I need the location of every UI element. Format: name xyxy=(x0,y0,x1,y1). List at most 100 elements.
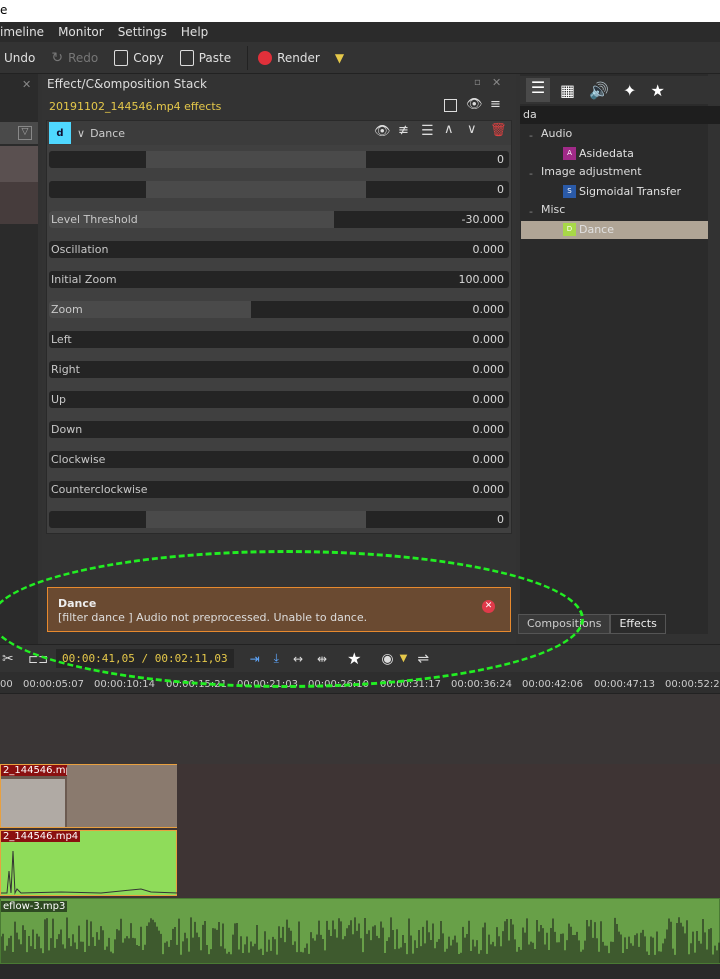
video-thumbnail xyxy=(67,765,177,827)
effect-item[interactable]: S Sigmoidal Transfer xyxy=(521,183,708,201)
video-clip[interactable]: 2_144546.mp4 xyxy=(0,764,177,828)
effect-name: Dance xyxy=(90,126,126,140)
copy-button[interactable]: Copy xyxy=(114,49,164,66)
move-up-icon[interactable]: ∧ xyxy=(444,122,454,137)
menu-monitor[interactable]: Monitor xyxy=(58,25,104,39)
effect-menu-icon[interactable]: ☰ xyxy=(421,123,434,139)
custom-effects-icon[interactable]: ✦ xyxy=(623,81,636,100)
paste-label: Paste xyxy=(198,50,232,65)
param-value[interactable]: 0.000 xyxy=(473,393,505,406)
panel-float-icon[interactable]: ▫ xyxy=(474,77,481,88)
param-slider[interactable]: Level Threshold -30.000 xyxy=(49,211,509,228)
music-track: eflow-3.mp3 xyxy=(0,898,720,964)
effect-adjust-icon[interactable]: ≢ xyxy=(398,123,409,138)
undo-button[interactable]: Undo xyxy=(4,51,35,65)
effect-group[interactable]: Image adjustment xyxy=(541,165,642,178)
favorite-effects-icon[interactable]: ★ xyxy=(650,81,664,100)
timeline-scrollbar[interactable] xyxy=(0,964,720,979)
audio-effects-icon[interactable]: 🔊 xyxy=(589,81,609,100)
redo-label: Redo xyxy=(68,50,99,65)
delete-effect-icon[interactable]: 🗑 xyxy=(490,123,507,138)
render-record-icon xyxy=(258,50,273,65)
render-dropdown-icon[interactable]: ▼ xyxy=(335,51,344,65)
param-label: Right xyxy=(51,363,80,376)
stack-compare-icon[interactable] xyxy=(444,99,457,112)
effect-badge-icon: A xyxy=(563,147,576,160)
param-slider[interactable]: 0 xyxy=(49,511,509,528)
tree-collapse-icon[interactable]: - xyxy=(529,205,533,218)
effect-item[interactable]: D Dance xyxy=(521,221,708,239)
menu-bar: imeline Monitor Settings Help xyxy=(0,22,720,42)
param-value[interactable]: -30.000 xyxy=(462,213,504,226)
param-value[interactable]: 0 xyxy=(497,153,504,166)
render-button[interactable]: Render ▼ xyxy=(258,50,344,65)
razor-icon[interactable]: ✂ xyxy=(2,651,14,667)
menu-timeline[interactable]: imeline xyxy=(0,25,44,39)
param-slider[interactable]: Right 0.000 xyxy=(49,361,509,378)
param-slider[interactable]: Up 0.000 xyxy=(49,391,509,408)
param-value[interactable]: 100.000 xyxy=(459,273,505,286)
param-value[interactable]: 0 xyxy=(497,513,504,526)
paste-button[interactable]: Paste xyxy=(179,49,232,66)
param-slider[interactable]: Counterclockwise 0.000 xyxy=(49,481,509,498)
param-slider[interactable]: Oscillation 0.000 xyxy=(49,241,509,258)
toolbar-divider xyxy=(247,45,249,70)
effects-library-toolbar: ☰ ▦ 🔊 ✦ ★ xyxy=(520,76,720,104)
param-label: Clockwise xyxy=(51,453,106,466)
list-view-icon[interactable]: ☰ xyxy=(526,78,550,102)
tab-effects[interactable]: Effects xyxy=(610,614,666,634)
ruler-tick-label: 00:00:52:2 xyxy=(665,679,720,690)
effect-item[interactable]: A Asidedata xyxy=(521,145,708,163)
left-panel-item-selected[interactable] xyxy=(0,146,38,182)
left-panel-close-icon[interactable]: ✕ xyxy=(22,78,31,91)
param-value[interactable]: 0 xyxy=(497,183,504,196)
audio-waveform xyxy=(1,850,178,895)
effect-badge-icon: D xyxy=(563,223,576,236)
param-value[interactable]: 0.000 xyxy=(473,303,505,316)
param-slider[interactable]: Zoom 0.000 xyxy=(49,301,509,318)
param-slider[interactable]: Clockwise 0.000 xyxy=(49,451,509,468)
param-slider[interactable]: 0 xyxy=(49,151,509,168)
param-value[interactable]: 0.000 xyxy=(473,333,505,346)
effects-search-input[interactable]: da xyxy=(520,106,720,124)
video-thumbnail xyxy=(1,779,65,827)
tree-collapse-icon[interactable]: - xyxy=(529,167,533,180)
video-track: 2_144546.mp4 xyxy=(0,764,720,830)
param-slider[interactable]: Initial Zoom 100.000 xyxy=(49,271,509,288)
param-value[interactable]: 0.000 xyxy=(473,243,505,256)
video-effects-icon[interactable]: ▦ xyxy=(560,81,575,100)
left-panel-item[interactable] xyxy=(0,182,38,224)
stack-settings-icon[interactable]: ≡ xyxy=(490,97,501,112)
menu-help[interactable]: Help xyxy=(181,25,208,39)
param-slider-fill xyxy=(145,181,367,198)
clip-effects-label: 20191102_144546.mp4 effects xyxy=(49,100,222,113)
param-slider[interactable]: Down 0.000 xyxy=(49,421,509,438)
music-waveform xyxy=(1,917,720,963)
param-value[interactable]: 0.000 xyxy=(473,453,505,466)
param-slider[interactable]: 0 xyxy=(49,181,509,198)
music-clip-label: eflow-3.mp3 xyxy=(1,901,68,912)
param-value[interactable]: 0.000 xyxy=(473,423,505,436)
effect-group[interactable]: Misc xyxy=(541,203,565,216)
window-title: e xyxy=(0,3,8,17)
redo-button[interactable]: ↻ Redo xyxy=(51,50,98,66)
param-value[interactable]: 0.000 xyxy=(473,483,505,496)
tree-collapse-icon[interactable]: - xyxy=(529,129,533,142)
effect-eye-icon[interactable]: 👁 xyxy=(374,124,391,139)
effect-badge: d xyxy=(49,122,71,144)
effect-item-label: Asidedata xyxy=(579,147,634,160)
ruler-tick-label: 00:00:47:13 xyxy=(594,679,656,690)
effect-group[interactable]: Audio xyxy=(541,127,572,140)
move-down-icon[interactable]: ∨ xyxy=(467,122,477,137)
panel-close-icon[interactable]: ✕ xyxy=(492,76,501,89)
param-slider[interactable]: Left 0.000 xyxy=(49,331,509,348)
ruler-tick-label: 00:00:42:06 xyxy=(522,679,584,690)
left-panel-dropdown-icon[interactable]: ▽ xyxy=(18,126,32,140)
param-label: Initial Zoom xyxy=(51,273,117,286)
collapse-chevron-icon[interactable]: ∨ xyxy=(77,127,85,140)
audio-clip[interactable]: 2_144546.mp4 xyxy=(0,830,178,896)
effect-item-label: Dance xyxy=(579,223,614,236)
menu-settings[interactable]: Settings xyxy=(118,25,167,39)
param-value[interactable]: 0.000 xyxy=(473,363,505,376)
stack-eye-icon[interactable]: 👁 xyxy=(466,97,483,112)
